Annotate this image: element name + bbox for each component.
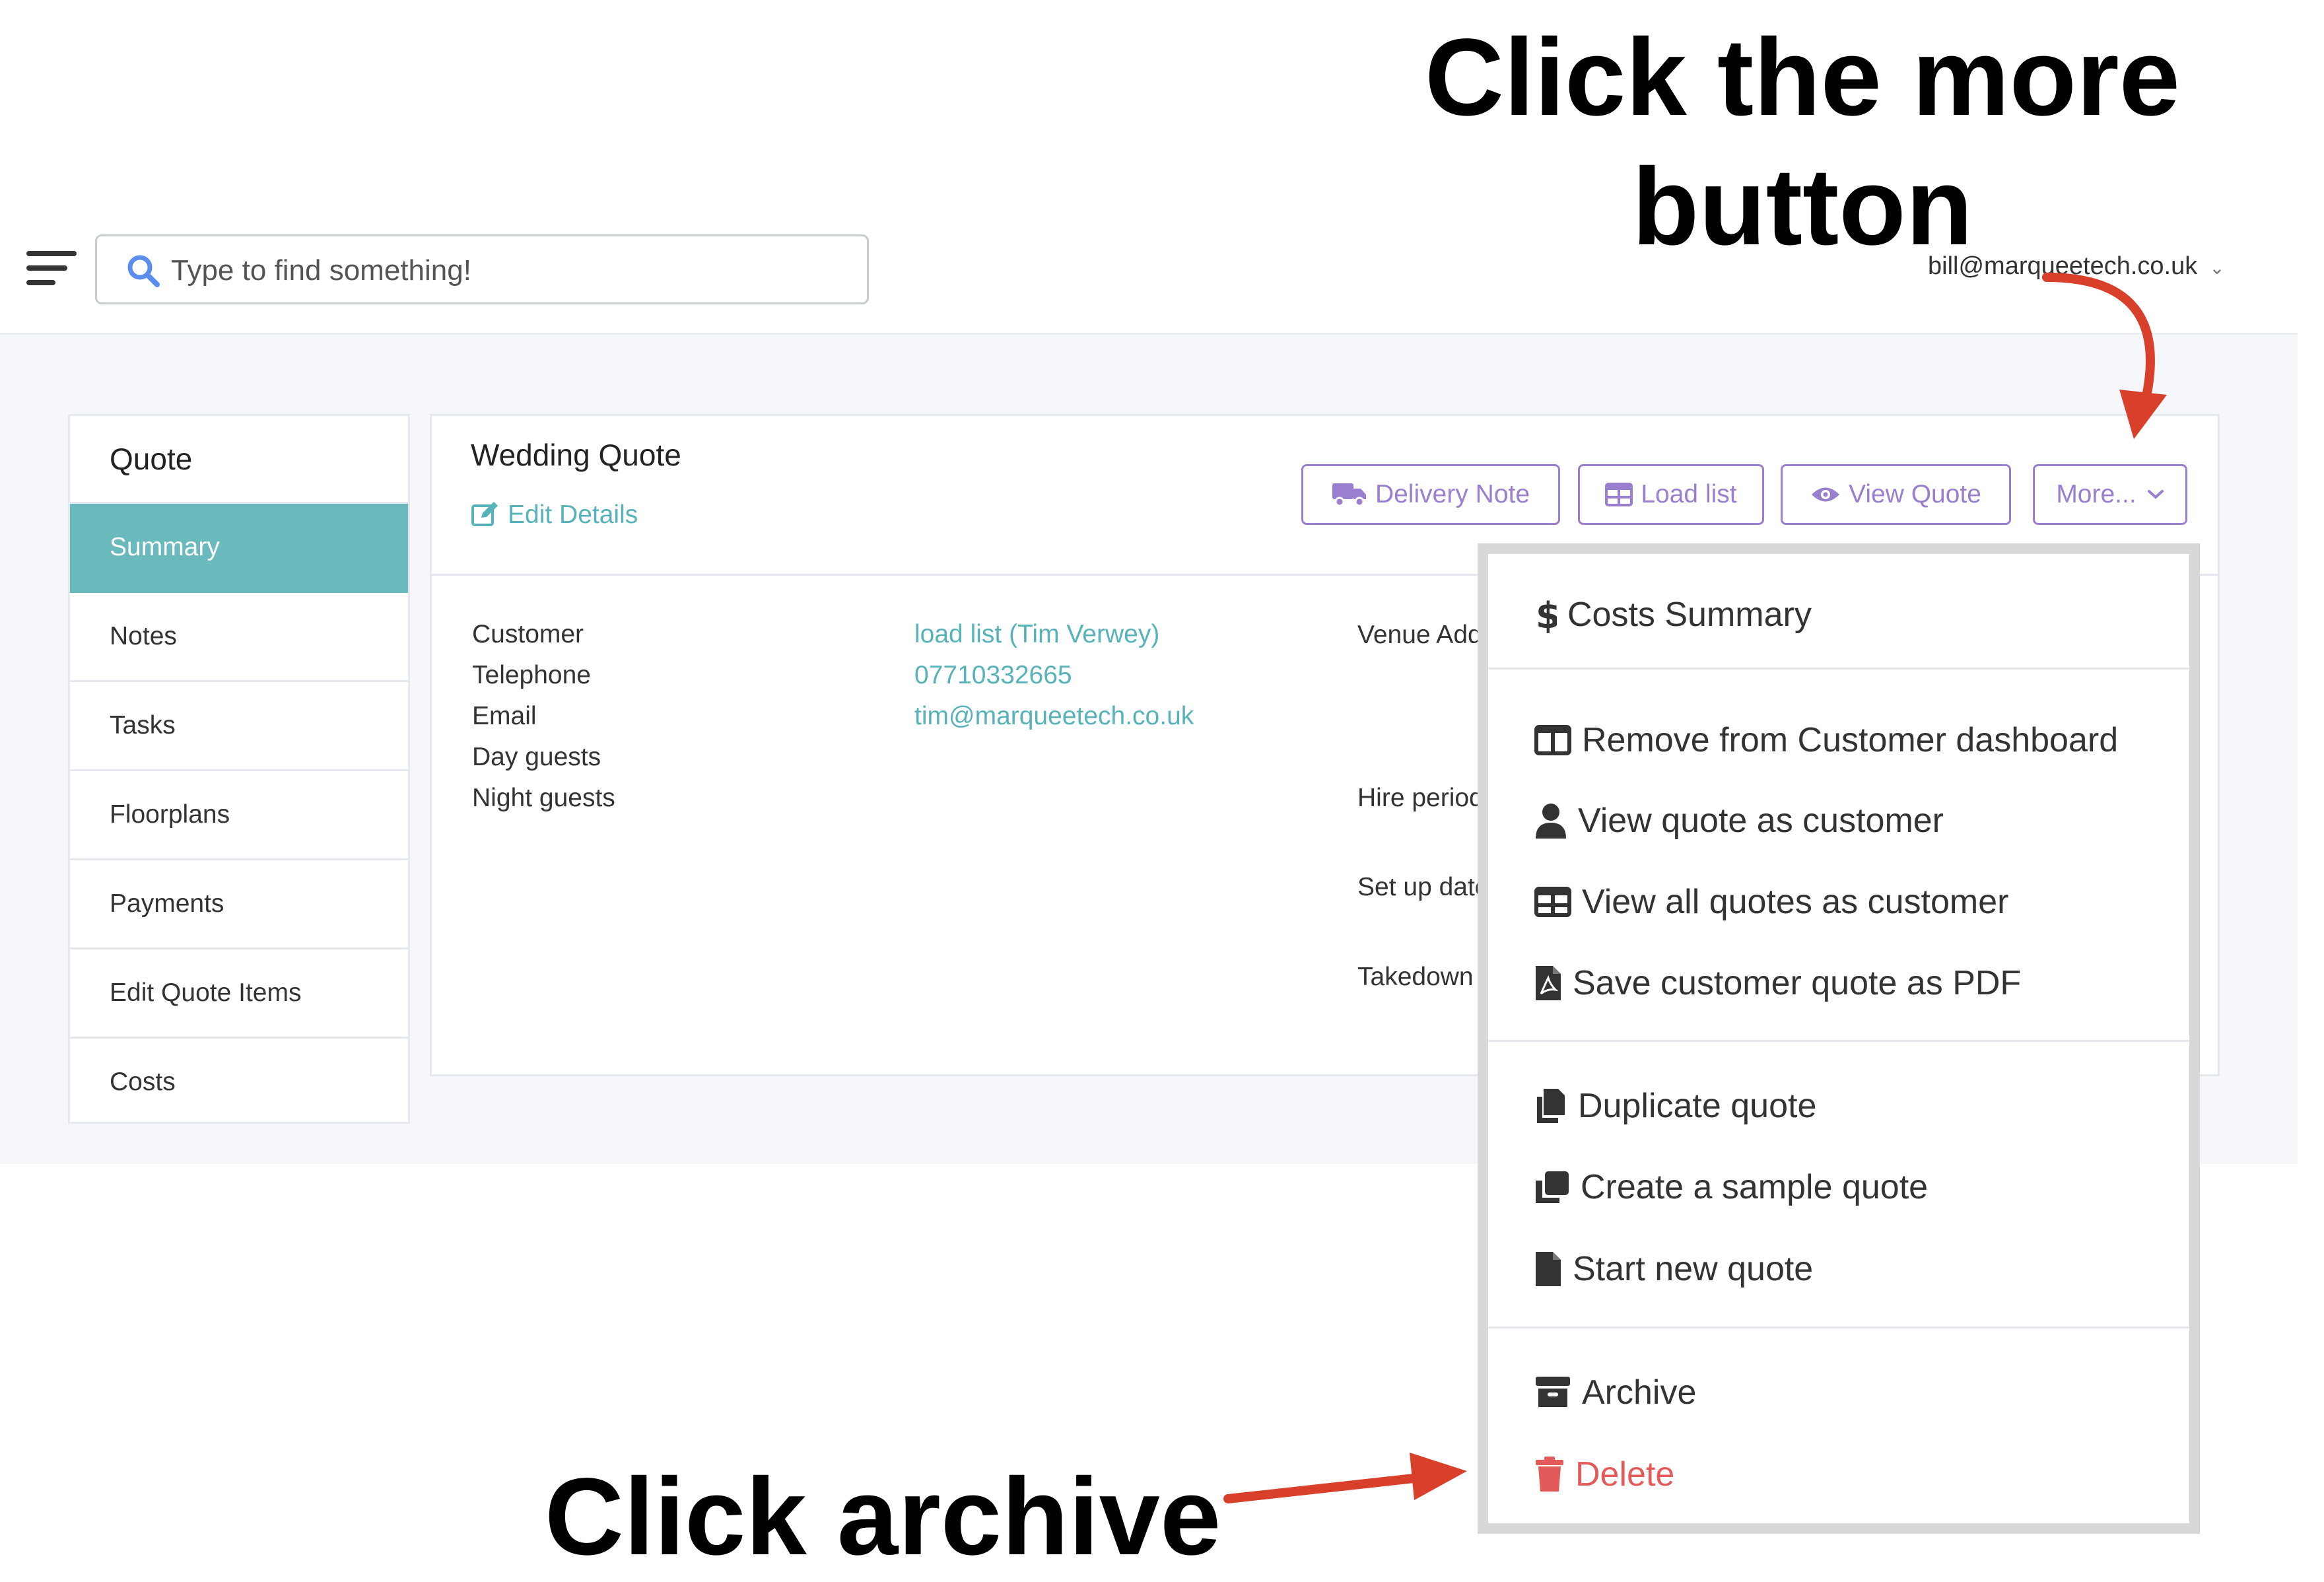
- search-icon: [127, 255, 160, 287]
- menu-item-view-as-customer[interactable]: View quote as customer: [1534, 801, 1944, 841]
- view-quote-label: View Quote: [1849, 480, 1981, 508]
- customer-label: Customer: [472, 620, 584, 648]
- menu-separator: [1488, 1326, 2189, 1328]
- eye-icon: [1812, 487, 1840, 502]
- takedown-label: Takedown: [1357, 963, 1474, 991]
- trash-icon: [1536, 1457, 1563, 1492]
- menu-item-costs-summary[interactable]: $ Costs Summary: [1534, 595, 1812, 635]
- clone-icon: [1536, 1171, 1569, 1203]
- menu-item-delete[interactable]: Delete: [1534, 1455, 1674, 1494]
- svg-text:$: $: [1536, 595, 1557, 635]
- columns-icon: [1534, 725, 1571, 755]
- file-icon: [1536, 1252, 1561, 1286]
- dollar-icon: $: [1536, 595, 1557, 635]
- detail-values: load list (Tim Verwey) 07710332665 tim@m…: [914, 614, 1194, 737]
- telephone-label: Telephone: [472, 661, 591, 689]
- quote-sidebar: Quote Summary Notes Tasks Floorplans Pay…: [68, 414, 410, 1124]
- archive-icon: [1536, 1377, 1570, 1407]
- menu-item-archive[interactable]: Archive: [1534, 1373, 1696, 1412]
- load-list-label: Load list: [1641, 480, 1737, 508]
- annotation-click-more: Click the more button: [1406, 13, 2199, 272]
- more-button[interactable]: More...: [2033, 464, 2187, 525]
- sidebar-item-costs[interactable]: Costs: [70, 1039, 408, 1128]
- arrow-to-archive: [1223, 1473, 1424, 1503]
- hamburger-menu-icon[interactable]: [26, 248, 77, 288]
- more-label: More...: [2056, 480, 2136, 508]
- chevron-down-icon: [2147, 490, 2164, 499]
- sidebar-item-summary[interactable]: Summary: [70, 504, 408, 593]
- set-up-date-label: Set up date: [1357, 873, 1489, 901]
- delivery-note-button[interactable]: Delivery Note: [1301, 464, 1560, 525]
- copy-icon: [1537, 1089, 1565, 1123]
- load-list-button[interactable]: Load list: [1578, 464, 1764, 525]
- menu-item-create-sample-quote[interactable]: Create a sample quote: [1534, 1167, 1928, 1207]
- annotation-click-archive: Click archive: [545, 1456, 1221, 1578]
- menu-item-remove-dashboard[interactable]: Remove from Customer dashboard: [1534, 720, 2118, 760]
- delivery-note-label: Delivery Note: [1375, 480, 1530, 508]
- hire-period-label: Hire period: [1357, 784, 1484, 812]
- chevron-down-icon: ⌄: [2209, 258, 2225, 278]
- view-quote-button[interactable]: View Quote: [1781, 464, 2011, 525]
- menu-separator: [1488, 668, 2189, 670]
- menu-item-duplicate-quote[interactable]: Duplicate quote: [1534, 1086, 1816, 1126]
- search-box[interactable]: [95, 234, 869, 304]
- edit-details-link[interactable]: Edit Details: [471, 500, 638, 530]
- search-input[interactable]: [170, 248, 833, 293]
- sidebar-item-tasks[interactable]: Tasks: [70, 682, 408, 771]
- sidebar-item-payments[interactable]: Payments: [70, 860, 408, 949]
- menu-item-save-pdf[interactable]: Save customer quote as PDF: [1534, 963, 2021, 1003]
- more-dropdown-menu: $ Costs Summary Remove from Customer das…: [1478, 543, 2200, 1534]
- night-guests-label: Night guests: [472, 784, 615, 812]
- pdf-file-icon: [1536, 966, 1561, 1000]
- menu-item-view-all-as-customer[interactable]: View all quotes as customer: [1534, 882, 2008, 922]
- arrow-head-archive: [1410, 1453, 1467, 1500]
- annotation-line-2: button: [1631, 146, 1973, 268]
- detail-labels: Customer Telephone Email Day guests Nigh…: [472, 614, 615, 819]
- sidebar-title: Quote: [70, 416, 408, 504]
- day-guests-label: Day guests: [472, 743, 601, 771]
- edit-details-label: Edit Details: [508, 500, 638, 529]
- table-icon: [1534, 887, 1571, 917]
- annotation-line-1: Click the more: [1425, 17, 2180, 139]
- email-label: Email: [472, 702, 537, 730]
- sidebar-item-notes[interactable]: Notes: [70, 593, 408, 682]
- customer-link[interactable]: load list (Tim Verwey): [914, 614, 1194, 655]
- user-icon: [1536, 804, 1566, 839]
- edit-icon: [471, 502, 498, 526]
- menu-item-start-new-quote[interactable]: Start new quote: [1534, 1249, 1813, 1289]
- email-link[interactable]: tim@marqueetech.co.uk: [914, 696, 1194, 737]
- page-title: Wedding Quote: [471, 438, 681, 472]
- table-icon: [1605, 483, 1633, 506]
- sidebar-item-edit-quote-items[interactable]: Edit Quote Items: [70, 949, 408, 1039]
- menu-separator: [1488, 1040, 2189, 1042]
- truck-icon: [1332, 483, 1366, 507]
- sidebar-item-floorplans[interactable]: Floorplans: [70, 771, 408, 860]
- telephone-link[interactable]: 07710332665: [914, 655, 1194, 696]
